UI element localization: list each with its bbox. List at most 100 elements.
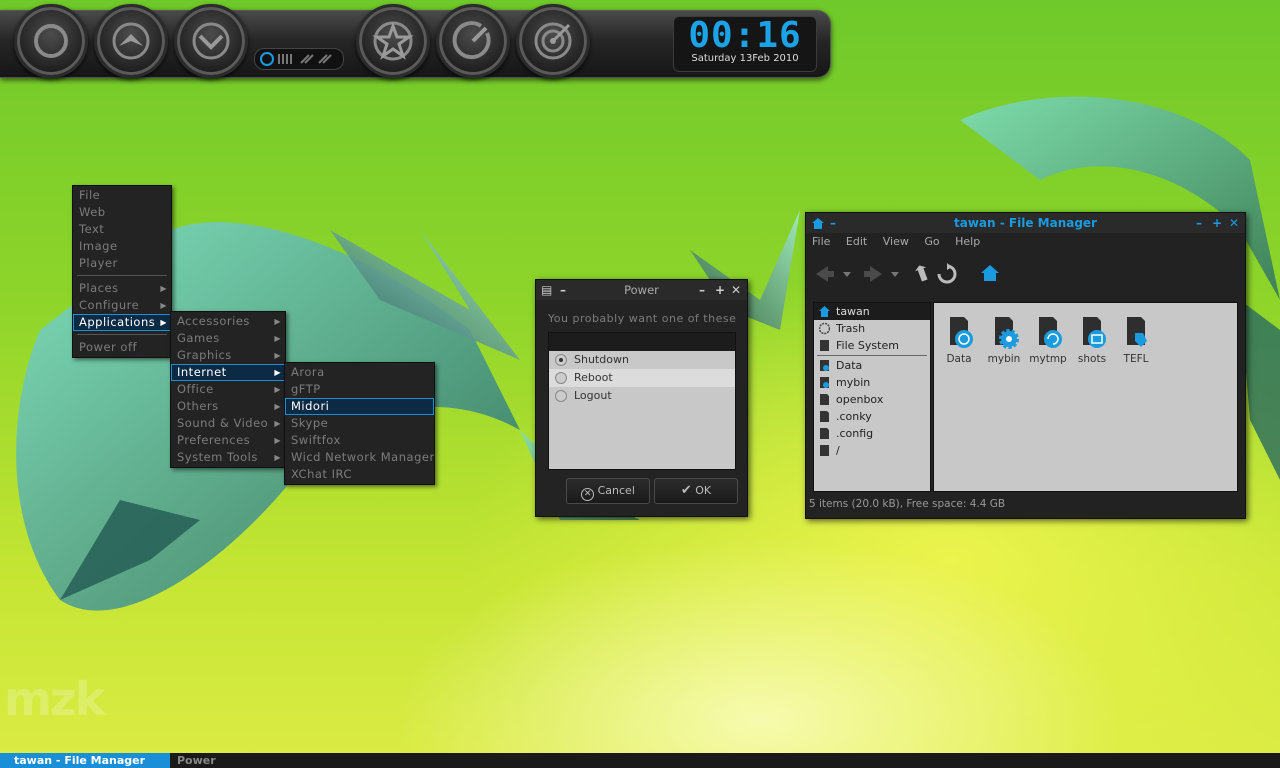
reload-icon[interactable] <box>936 263 958 285</box>
option-shutdown[interactable]: Shutdown <box>549 351 735 369</box>
dock-gauge-button[interactable] <box>436 4 510 78</box>
file-item-data[interactable]: Data <box>937 315 981 365</box>
top-dock: 00:16 Saturday 13Feb 2010 <box>0 4 831 78</box>
sidebar-label: openbox <box>836 393 884 406</box>
file-item-mybin[interactable]: mybin <box>982 315 1026 365</box>
task-power[interactable]: Power <box>170 753 244 768</box>
folder-data-icon <box>950 317 973 348</box>
dock-target-button[interactable] <box>516 4 590 78</box>
menu-item-midori[interactable]: Midori <box>285 398 434 415</box>
cancel-button[interactable]: ✕ Cancel <box>566 478 650 504</box>
sidebar-label: mybin <box>836 376 871 389</box>
submenu-arrow-icon: ▶ <box>274 402 281 411</box>
sidebar-item-mybin[interactable]: mybin <box>814 374 930 391</box>
menu-item-image[interactable]: Image <box>73 238 171 255</box>
menu-item-swiftfox[interactable]: Swiftfox <box>285 432 434 449</box>
folder-gear-icon <box>995 317 1019 349</box>
forward-arrow-icon[interactable] <box>862 263 884 285</box>
radio-selected-icon <box>555 354 567 366</box>
menu-item-text[interactable]: Text <box>73 221 171 238</box>
minimize-button[interactable]: – <box>1196 213 1202 233</box>
folder-icon <box>820 360 829 371</box>
chevron-up-icon <box>112 22 150 60</box>
sidebar-item-data[interactable]: Data <box>814 357 930 374</box>
folder-icon <box>820 411 829 422</box>
minimize-button[interactable]: – <box>699 280 705 300</box>
menu-item-system-tools[interactable]: System Tools ▶ <box>171 449 285 466</box>
task-file-manager[interactable]: tawan - File Manager <box>0 753 170 768</box>
home-folder-icon <box>819 306 830 317</box>
maximize-button[interactable]: + <box>1212 213 1222 233</box>
menu-item-applications[interactable]: Applications ▶ <box>73 314 171 331</box>
trash-icon <box>819 322 830 335</box>
menu-item-file[interactable]: File <box>73 187 171 204</box>
ring-icon <box>34 24 68 58</box>
sidebar-item-trash[interactable]: Trash <box>814 320 930 337</box>
menu-item-accessories[interactable]: Accessories ▶ <box>171 313 285 330</box>
menu-item-wicd[interactable]: Wicd Network Manager <box>285 449 434 466</box>
file-label: mybin <box>987 353 1021 365</box>
forward-history-icon[interactable] <box>890 263 900 285</box>
menu-item-power-off[interactable]: Power off <box>73 339 171 356</box>
cancel-icon: ✕ <box>581 488 595 501</box>
menu-item-sound-video[interactable]: Sound & Video ▶ <box>171 415 285 432</box>
menu-item-label: Sound & Video <box>177 416 269 430</box>
gauge-icon <box>452 21 491 60</box>
dock-star-button[interactable] <box>356 4 430 78</box>
close-button[interactable]: ✕ <box>1229 213 1239 233</box>
sidebar-item-openbox[interactable]: openbox <box>814 391 930 408</box>
menu-item-games[interactable]: Games ▶ <box>171 330 285 347</box>
menu-item-player[interactable]: Player <box>73 255 171 272</box>
sidebar-item-root[interactable]: / <box>814 442 930 459</box>
menu-help[interactable]: Help <box>955 235 980 248</box>
menu-item-label: System Tools <box>177 450 258 464</box>
up-folder-icon[interactable] <box>912 263 932 285</box>
submenu-arrow-icon: ▶ <box>160 318 167 327</box>
menu-go[interactable]: Go <box>924 235 939 248</box>
fm-menubar: File Edit View Go Help <box>812 235 992 253</box>
menu-item-preferences[interactable]: Preferences ▶ <box>171 432 285 449</box>
menu-item-graphics[interactable]: Graphics ▶ <box>171 347 285 364</box>
menu-item-xchat[interactable]: XChat IRC <box>285 466 434 483</box>
target-icon <box>534 22 572 60</box>
sidebar-separator <box>817 355 927 356</box>
sidebar-item-filesystem[interactable]: File System <box>814 337 930 354</box>
ok-button[interactable]: ✔ OK <box>654 478 738 504</box>
option-reboot[interactable]: Reboot <box>549 369 735 387</box>
file-item-tefl[interactable]: TEFL <box>1114 315 1158 365</box>
sidebar-item-conky[interactable]: .conky <box>814 408 930 425</box>
menu-item-label: Preferences <box>177 433 251 447</box>
menu-item-web[interactable]: Web <box>73 204 171 221</box>
menu-item-others[interactable]: Others ▶ <box>171 398 285 415</box>
menu-edit[interactable]: Edit <box>846 235 867 248</box>
power-titlebar[interactable]: ▤ – Power – + ✕ <box>536 280 747 300</box>
close-button[interactable]: ✕ <box>731 280 741 300</box>
sidebar-item-config[interactable]: .config <box>814 425 930 442</box>
fm-titlebar[interactable]: – tawan - File Manager – + ✕ <box>806 213 1245 233</box>
sidebar-item-tawan[interactable]: tawan <box>814 303 930 320</box>
file-item-mytmp[interactable]: mytmp <box>1026 315 1070 365</box>
menu-file[interactable]: File <box>812 235 830 248</box>
power-prompt: You probably want one of these <box>548 312 737 325</box>
menu-item-places[interactable]: Places ▶ <box>73 280 171 297</box>
file-item-shots[interactable]: shots <box>1070 315 1114 365</box>
menu-item-gftp[interactable]: gFTP <box>285 381 434 398</box>
back-history-icon[interactable] <box>842 263 852 285</box>
maximize-button[interactable]: + <box>715 280 725 300</box>
folder-icon <box>820 377 829 388</box>
menu-item-internet[interactable]: Internet ▶ <box>171 364 285 381</box>
taskbar: tawan - File Manager Power <box>0 753 1280 768</box>
workspace-pager[interactable] <box>254 48 344 70</box>
dock-ring-button[interactable] <box>14 4 88 78</box>
dock-down-button[interactable] <box>174 4 248 78</box>
option-logout[interactable]: Logout <box>549 387 735 405</box>
menu-item-skype[interactable]: Skype <box>285 415 434 432</box>
menu-item-label: Games <box>177 331 220 345</box>
menu-item-configure[interactable]: Configure ▶ <box>73 297 171 314</box>
menu-item-office[interactable]: Office ▶ <box>171 381 285 398</box>
home-icon[interactable] <box>980 263 1000 283</box>
back-arrow-icon[interactable] <box>814 263 836 285</box>
menu-view[interactable]: View <box>883 235 909 248</box>
dock-up-button[interactable] <box>94 4 168 78</box>
menu-item-arora[interactable]: Arora <box>285 364 434 381</box>
